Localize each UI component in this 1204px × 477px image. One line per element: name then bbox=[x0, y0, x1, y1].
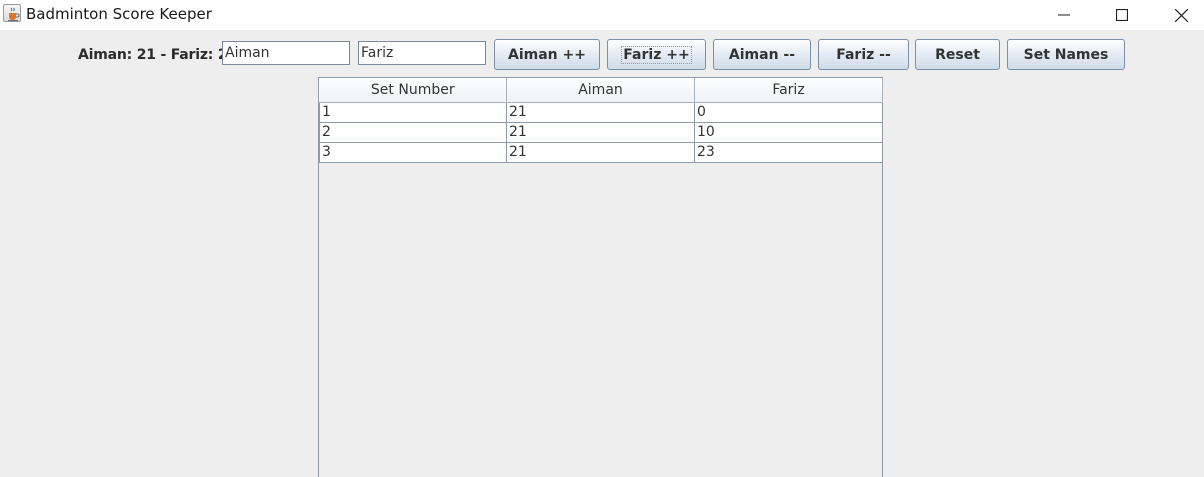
score-label: Aiman: 21 - Fariz: 23 bbox=[78, 47, 237, 63]
aiman-increment-button[interactable]: Aiman ++ bbox=[494, 39, 600, 70]
set-names-label: Set Names bbox=[1023, 46, 1109, 63]
table-cell[interactable]: 23 bbox=[694, 141, 883, 163]
window-title: Badminton Score Keeper bbox=[26, 5, 212, 23]
minimize-button[interactable] bbox=[1041, 0, 1087, 30]
aiman-increment-label: Aiman ++ bbox=[508, 46, 586, 63]
fariz-increment-label: Fariz ++ bbox=[621, 45, 692, 64]
player1-name-field[interactable] bbox=[222, 41, 350, 65]
table-row[interactable]: 2 21 10 bbox=[319, 121, 883, 143]
column-header-player2[interactable]: Fariz bbox=[694, 78, 883, 103]
table-cell[interactable]: 3 bbox=[319, 141, 507, 163]
table-cell[interactable]: 2 bbox=[319, 121, 507, 143]
app-window: Badminton Score Keeper Aiman: 21 - Fariz… bbox=[0, 0, 1204, 477]
maximize-icon bbox=[1116, 9, 1128, 21]
table-cell[interactable]: 1 bbox=[319, 101, 507, 123]
table-header-row: Set Number Aiman Fariz bbox=[319, 78, 883, 103]
close-button[interactable] bbox=[1158, 0, 1204, 30]
minimize-icon bbox=[1058, 14, 1070, 16]
aiman-decrement-button[interactable]: Aiman -- bbox=[713, 39, 811, 70]
player2-name-field[interactable] bbox=[358, 41, 486, 65]
table-row[interactable]: 3 21 23 bbox=[319, 141, 883, 163]
table-cell[interactable]: 21 bbox=[506, 101, 695, 123]
title-bar[interactable]: Badminton Score Keeper bbox=[0, 0, 1204, 30]
close-icon bbox=[1174, 8, 1188, 22]
maximize-button[interactable] bbox=[1099, 0, 1145, 30]
fariz-increment-button[interactable]: Fariz ++ bbox=[607, 39, 706, 70]
set-names-button[interactable]: Set Names bbox=[1007, 39, 1125, 70]
fariz-decrement-button[interactable]: Fariz -- bbox=[818, 39, 909, 70]
column-header-set-number[interactable]: Set Number bbox=[319, 78, 507, 103]
reset-button[interactable]: Reset bbox=[915, 39, 1000, 70]
score-table: Set Number Aiman Fariz 1 21 0 2 21 10 3 bbox=[319, 78, 883, 163]
column-header-player1[interactable]: Aiman bbox=[506, 78, 695, 103]
table-cell[interactable]: 0 bbox=[694, 101, 883, 123]
control-bar: Aiman: 21 - Fariz: 23 Aiman ++ Fariz ++ … bbox=[0, 30, 1204, 78]
java-cup-icon bbox=[3, 4, 21, 22]
table-row[interactable]: 1 21 0 bbox=[319, 101, 883, 123]
reset-label: Reset bbox=[935, 46, 980, 63]
aiman-decrement-label: Aiman -- bbox=[728, 46, 796, 63]
score-table-scrollpane[interactable]: Set Number Aiman Fariz 1 21 0 2 21 10 3 bbox=[318, 77, 883, 477]
fariz-decrement-label: Fariz -- bbox=[836, 46, 891, 63]
table-cell[interactable]: 21 bbox=[506, 141, 695, 163]
table-cell[interactable]: 21 bbox=[506, 121, 695, 143]
table-cell[interactable]: 10 bbox=[694, 121, 883, 143]
